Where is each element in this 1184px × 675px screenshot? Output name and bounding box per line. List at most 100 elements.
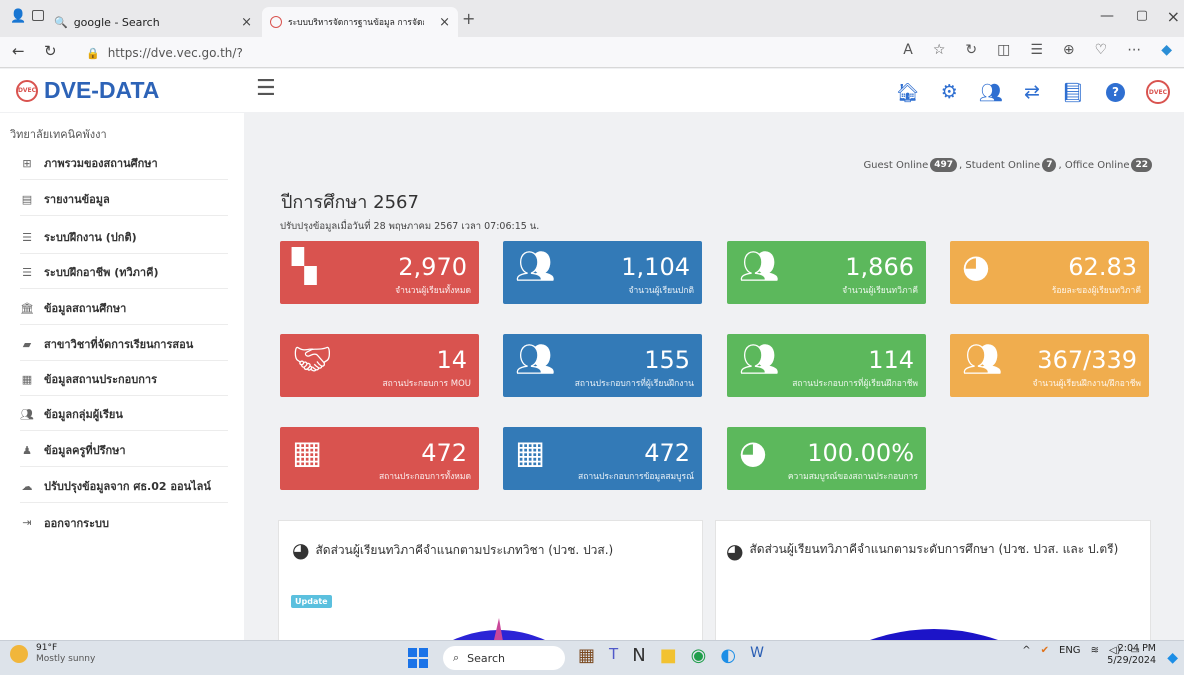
taskbar-search[interactable]: ⌕ Search xyxy=(443,646,565,670)
sidebar-item-institution[interactable]: 🏛︎ ข้อมูลสถานศึกษา xyxy=(20,292,228,325)
widgets-icon[interactable]: ▦ xyxy=(578,645,595,666)
close-tab-icon[interactable]: × xyxy=(241,15,252,30)
stat-card-dual-percent[interactable]: ◕ 62.83 ร้อยละของผู้เรียนทวิภาคี xyxy=(950,241,1149,304)
user-logo-icon[interactable]: DVEC xyxy=(1146,80,1170,104)
tab-google-search[interactable]: 🔍 google - Search × xyxy=(46,7,260,37)
users-icon: 👥︎ xyxy=(515,340,556,378)
more-icon[interactable]: ⋯ xyxy=(1127,42,1141,58)
stat-value: 367/339 xyxy=(1037,346,1137,374)
collections-icon[interactable]: ⊕ xyxy=(1063,42,1075,58)
weather-desc: Mostly sunny xyxy=(36,654,96,664)
stat-card-dual-students[interactable]: 👥︎ 1,866 จำนวนผู้เรียนทวิภาคี xyxy=(727,241,926,304)
sidebar-item-advisors[interactable]: ♟ ข้อมูลครูที่ปรึกษา xyxy=(20,434,228,467)
stat-card-trainee-ratio[interactable]: 👥︎ 367/339 จำนวนผู้เรียนฝึกงาน/ฝึกอาชีพ xyxy=(950,334,1149,397)
notion-icon[interactable]: N xyxy=(632,645,645,666)
close-window-icon[interactable]: × xyxy=(1167,7,1180,26)
sidebar-item-label: ข้อมูลสถานศึกษา xyxy=(44,302,127,315)
grid-icon: ▚ xyxy=(292,247,317,285)
menu-toggle-icon[interactable]: ☰ xyxy=(256,76,276,101)
stat-label: ความสมบูรณ์ของสถานประกอบการ xyxy=(787,472,918,482)
stat-card-internship-companies[interactable]: 👥︎ 155 สถานประกอบการที่ผู้เรียนฝึกงาน xyxy=(503,334,702,397)
stat-label: จำนวนผู้เรียนทั้งหมด xyxy=(395,286,471,296)
restore-icon[interactable]: ▢ xyxy=(1136,8,1148,23)
chart-panel-by-level xyxy=(715,520,1151,647)
lock-icon: 🔒 xyxy=(86,46,100,60)
chat-icon[interactable]: ◉ xyxy=(691,645,707,666)
file-explorer-icon[interactable]: ■ xyxy=(660,645,677,666)
stat-card-mou-companies[interactable]: 🤝︎ 14 สถานประกอบการ MOU xyxy=(280,334,479,397)
sidebar-item-overview[interactable]: ⊞ ภาพรวมของสถานศึกษา xyxy=(20,147,228,180)
stat-value: 2,970 xyxy=(398,253,467,281)
weather-widget[interactable]: 91°F Mostly sunny xyxy=(10,643,95,665)
sidebar-item-internship[interactable]: ☰ ระบบฝึกงาน (ปกติ) xyxy=(20,221,228,254)
home-icon[interactable]: 🏠︎ xyxy=(896,81,920,104)
copilot-icon[interactable]: ◆ xyxy=(1161,42,1172,58)
refresh-extension-icon[interactable]: ↻ xyxy=(965,42,977,58)
panel-title: สัดส่วนผู้เรียนทวิภาคีจำแนกตามระดับการศึ… xyxy=(749,542,1119,556)
clock[interactable]: 2:04 PM 5/29/2024 xyxy=(1107,643,1156,667)
start-icon[interactable] xyxy=(408,648,428,668)
sidebar-item-dual-vocational[interactable]: ☰ ระบบฝึกอาชีพ (ทวิภาคี) xyxy=(20,256,228,289)
brand-logo[interactable]: DVEC DVE-DATA xyxy=(16,77,159,104)
stat-value: 100.00% xyxy=(807,439,914,467)
refresh-icon[interactable]: ↻ xyxy=(44,42,57,60)
stat-card-company-completeness[interactable]: ◕ 100.00% ความสมบูรณ์ของสถานประกอบการ xyxy=(727,427,926,490)
users-icon: 👥︎ xyxy=(739,340,780,378)
sidebar-item-sync-online[interactable]: ☁ ปรับปรุงข้อมูลจาก ศธ.02 ออนไลน์ xyxy=(20,470,228,503)
teams-icon[interactable]: T xyxy=(609,645,618,666)
building-icon: ▦ xyxy=(292,433,323,471)
stat-value: 14 xyxy=(436,346,467,374)
stat-card-complete-companies[interactable]: ▦ 472 สถานประกอบการข้อมูลสมบูรณ์ xyxy=(503,427,702,490)
help-icon[interactable]: ? xyxy=(1106,82,1125,102)
sidebar-item-label: ระบบฝึกอาชีพ (ทวิภาคี) xyxy=(44,266,159,279)
sidebar-item-student-groups[interactable]: 👥︎ ข้อมูลกลุ่มผู้เรียน xyxy=(20,398,228,431)
stat-label: สถานประกอบการที่ผู้เรียนฝึกงาน xyxy=(574,379,694,389)
sidebar-item-logout[interactable]: ⇥ ออกจากระบบ xyxy=(20,506,228,539)
search-icon: 🔍 xyxy=(54,15,68,29)
language-indicator[interactable]: ENG xyxy=(1059,645,1081,656)
book-icon[interactable]: 📘︎ xyxy=(1061,81,1085,104)
sidebar-item-majors[interactable]: ▰ สาขาวิชาที่จัดการเรียนการสอน xyxy=(20,328,228,361)
url-field[interactable]: 🔒 https://dve.vec.go.th/? xyxy=(86,43,243,63)
tab-dve-data[interactable]: ระบบบริหารจัดการฐานข้อมูล การจัดกา × xyxy=(262,7,458,37)
profile-icon[interactable]: 👤 xyxy=(10,9,26,24)
favicon-icon xyxy=(270,16,282,28)
update-button[interactable]: Update xyxy=(291,595,332,608)
split-screen-icon[interactable]: ◫ xyxy=(997,42,1010,58)
sidebar-item-report[interactable]: ▤ รายงานข้อมูล xyxy=(20,183,228,216)
office-online-label: , Office Online xyxy=(1058,159,1130,171)
minimize-icon[interactable]: — xyxy=(1100,8,1114,24)
stat-value: 114 xyxy=(868,346,914,374)
word-icon[interactable]: W xyxy=(750,645,764,666)
weather-temp: 91°F xyxy=(36,643,58,653)
close-tab-icon[interactable]: × xyxy=(439,15,450,30)
browser-essentials-icon[interactable]: ♡ xyxy=(1095,42,1108,58)
users-icon[interactable]: 👥︎ xyxy=(979,81,1003,104)
taskbar-apps: ▦ T N ■ ◉ ◐ W xyxy=(578,645,764,666)
back-icon[interactable]: ← xyxy=(12,42,25,60)
chart-panel-by-type xyxy=(278,520,703,653)
stat-card-vocational-companies[interactable]: 👥︎ 114 สถานประกอบการที่ผู้เรียนฝึกอาชีพ xyxy=(727,334,926,397)
time: 2:04 PM xyxy=(1117,643,1156,654)
stat-label: ร้อยละของผู้เรียนทวิภาคี xyxy=(1051,286,1141,296)
edge-icon[interactable]: ◐ xyxy=(720,645,736,666)
read-aloud-icon[interactable]: A xyxy=(903,42,913,58)
stat-label: จำนวนผู้เรียนปกติ xyxy=(628,286,694,296)
sidebar-item-label: ข้อมูลสถานประกอบการ xyxy=(44,373,157,386)
sidebar-item-companies[interactable]: ▦ ข้อมูลสถานประกอบการ xyxy=(20,363,228,396)
antivirus-icon[interactable]: ✔ xyxy=(1041,645,1049,656)
new-tab-button[interactable]: + xyxy=(462,9,475,28)
chevron-up-icon[interactable]: ^ xyxy=(1022,645,1030,656)
stat-card-total-students[interactable]: ▚ 2,970 จำนวนผู้เรียนทั้งหมด xyxy=(280,241,479,304)
favorite-star-icon[interactable]: ☆ xyxy=(933,42,946,58)
stat-label: จำนวนผู้เรียนฝึกงาน/ฝึกอาชีพ xyxy=(1032,379,1142,389)
workspaces-icon[interactable] xyxy=(32,10,44,21)
stat-card-regular-students[interactable]: 👥︎ 1,104 จำนวนผู้เรียนปกติ xyxy=(503,241,702,304)
sidebar-item-label: สาขาวิชาที่จัดการเรียนการสอน xyxy=(44,338,194,351)
copilot-taskbar-icon[interactable]: ◆ xyxy=(1167,650,1178,666)
exchange-icon[interactable]: ⇄ xyxy=(1024,81,1040,103)
gear-icon[interactable]: ⚙ xyxy=(941,81,958,103)
wifi-icon[interactable]: ≋ xyxy=(1091,645,1099,656)
stat-card-all-companies[interactable]: ▦ 472 สถานประกอบการทั้งหมด xyxy=(280,427,479,490)
favorites-icon[interactable]: ☰ xyxy=(1030,42,1043,58)
